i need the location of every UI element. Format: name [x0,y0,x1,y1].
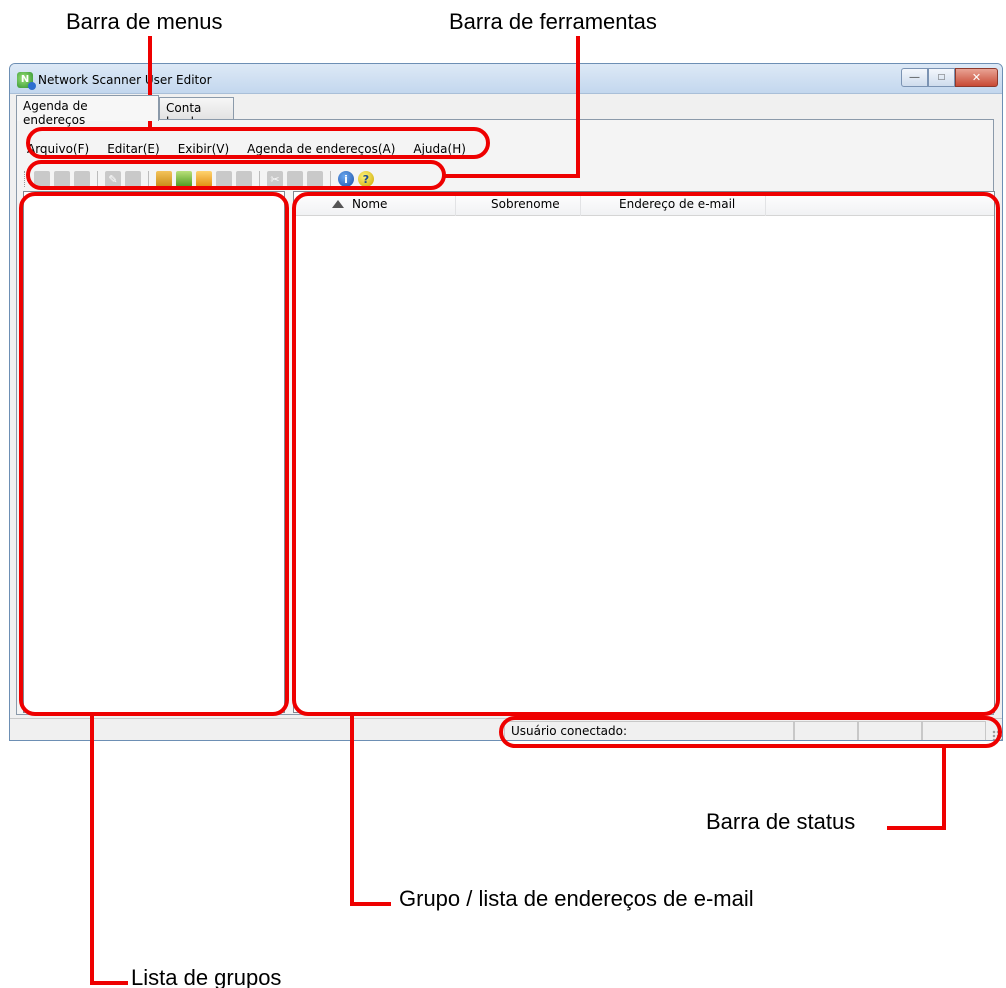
toolbar-separator [148,171,149,187]
leader-group-list [90,714,94,985]
close-button[interactable]: ✕ [955,68,998,87]
copy-icon[interactable] [287,171,303,187]
callout-menubar-label: Barra de menus [66,9,223,34]
open-book-icon[interactable] [176,171,192,187]
print-icon[interactable] [216,171,232,187]
close-icon: ✕ [971,72,982,84]
column-header-email[interactable]: Endereço de e-mail [581,192,766,216]
column-header-surname[interactable]: Sobrenome [456,192,581,216]
leader-group-list-h [90,981,128,985]
leader-address-list-h [350,902,391,906]
toolbar-separator [330,171,331,187]
callout-group-list-label: Lista de grupos [131,965,282,988]
status-panel [922,721,986,740]
tab-local-account[interactable]: Conta local [159,97,234,129]
info-icon[interactable]: i [338,171,354,187]
column-header-row: Nome Sobrenome Endereço de e-mail [294,192,994,216]
tool-bar: ✎ ✂ i ? [24,168,374,190]
new-user-icon[interactable] [34,171,50,187]
minimize-icon: — [909,72,920,83]
add-member-icon[interactable] [74,171,90,187]
status-panel [794,721,858,740]
status-logged-user: Usuário conectado: [504,721,794,740]
toolbar-grip[interactable] [24,171,27,187]
leader-statusbar-h [887,826,946,830]
menu-file[interactable]: Arquivo(F) [18,140,98,160]
address-list-pane[interactable]: Nome Sobrenome Endereço de e-mail [293,191,995,713]
menu-edit[interactable]: Editar(E) [98,140,168,160]
cut-icon[interactable]: ✂ [267,171,283,187]
save-icon[interactable] [236,171,252,187]
group-list-pane[interactable] [23,191,285,713]
menu-view[interactable]: Exibir(V) [169,140,238,160]
import-icon[interactable] [156,171,172,187]
app-logo-icon: N [17,72,36,90]
leader-statusbar [942,746,946,830]
leader-toolbar [576,36,580,178]
paste-icon[interactable] [307,171,323,187]
callout-address-list-label: Grupo / lista de endereços de e-mail [399,886,754,911]
maximize-icon: □ [938,72,945,83]
window-controls: — □ ✕ [901,68,998,87]
menu-address-book[interactable]: Agenda de endereços(A) [238,140,404,160]
menu-bar: Arquivo(F) Editar(E) Exibir(V) Agenda de… [18,140,475,160]
maximize-button[interactable]: □ [928,68,955,87]
toolbar-separator [259,171,260,187]
window-title: Network Scanner User Editor [38,73,212,87]
menu-help[interactable]: Ajuda(H) [404,140,475,160]
minimize-button[interactable]: — [901,68,928,87]
app-window: N Network Scanner User Editor — □ ✕ Agen… [9,63,1003,741]
status-panel [858,721,922,740]
callout-statusbar-label: Barra de status [706,809,856,834]
help-icon[interactable]: ? [358,171,374,187]
callout-toolbar-label: Barra de ferramentas [449,9,657,34]
column-header-name[interactable]: Nome [294,192,456,216]
status-bar: Usuário conectado: [10,718,1002,740]
title-bar[interactable]: N Network Scanner User Editor — □ ✕ [10,64,1002,94]
open-folder-icon[interactable] [196,171,212,187]
resize-grip-icon[interactable] [992,730,1002,740]
delete-icon[interactable] [125,171,141,187]
toolbar-separator [97,171,98,187]
new-group-icon[interactable] [54,171,70,187]
leader-toolbar-h [444,174,580,178]
leader-address-list [350,714,354,906]
tab-address-book[interactable]: Agenda de endereços [16,95,159,127]
edit-icon[interactable]: ✎ [105,171,121,187]
